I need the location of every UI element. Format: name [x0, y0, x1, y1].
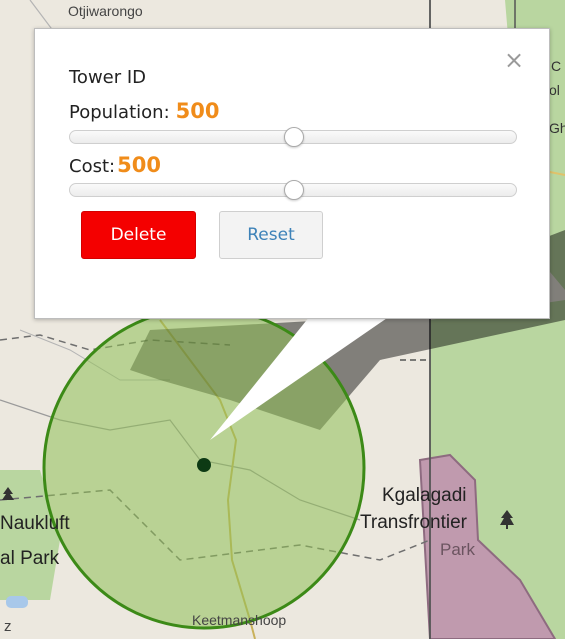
population-slider[interactable] [69, 127, 517, 147]
population-label: Population: [69, 102, 170, 123]
map-label-al-park: al Park [0, 548, 60, 569]
cost-row: Cost:500 [69, 153, 161, 177]
map-label-transfrontier: Transfrontier [360, 512, 467, 533]
reset-button[interactable]: Reset [219, 211, 323, 259]
cost-slider[interactable] [69, 180, 517, 200]
map-label-otjiwarongo: Otjiwarongo [68, 3, 143, 19]
tower-popup: × Tower ID Population: 500 Cost:500 Delet… [34, 28, 550, 319]
cost-slider-thumb[interactable] [284, 180, 304, 200]
close-icon[interactable]: × [501, 47, 527, 73]
map-label-keetmanshoop: Keetmanshoop [192, 612, 287, 628]
map-label-park: Park [440, 540, 475, 559]
population-row: Population: 500 [69, 99, 219, 123]
map-label-edge-gh: Gh [549, 120, 565, 136]
cost-value: 500 [117, 153, 161, 177]
cost-label: Cost: [69, 156, 116, 177]
delete-button[interactable]: Delete [81, 211, 196, 259]
map-label-edge-ol: ol [549, 82, 560, 98]
population-value: 500 [175, 99, 220, 123]
map-label-z: z [4, 618, 12, 635]
map-label-edge-c: C [551, 58, 562, 74]
tower-id-title: Tower ID [69, 67, 147, 88]
map-label-kgalagadi: Kgalagadi [382, 485, 467, 506]
map-label-naukluft: Naukluft [0, 513, 70, 534]
tower-marker[interactable] [197, 458, 211, 472]
population-slider-thumb[interactable] [284, 127, 304, 147]
